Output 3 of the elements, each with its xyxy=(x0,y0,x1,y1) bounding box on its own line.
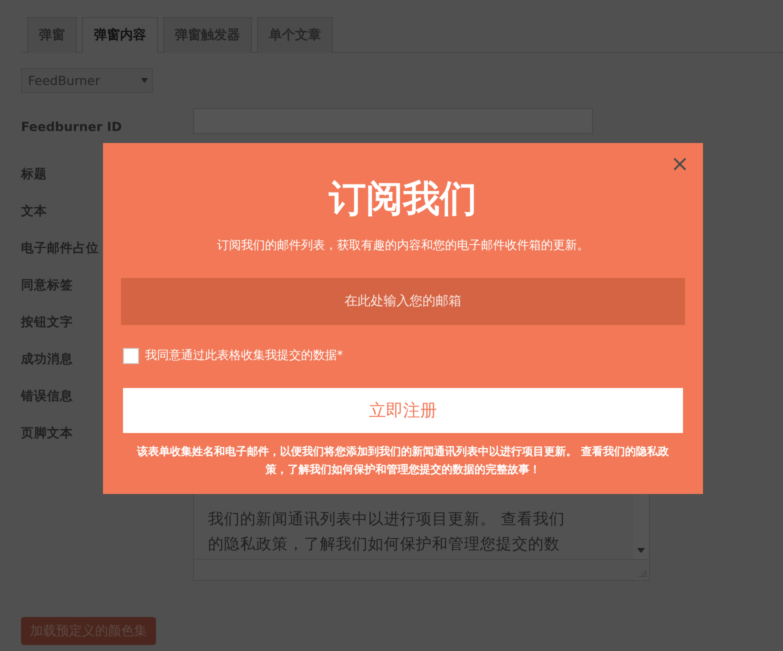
consent-label: 我同意通过此表格收集我提交的数据* xyxy=(145,347,343,364)
popup-text: 订阅我们的邮件列表，获取有趣的内容和您的电子邮件收件箱的更新。 xyxy=(217,237,589,254)
popup-title: 订阅我们 xyxy=(329,176,477,222)
